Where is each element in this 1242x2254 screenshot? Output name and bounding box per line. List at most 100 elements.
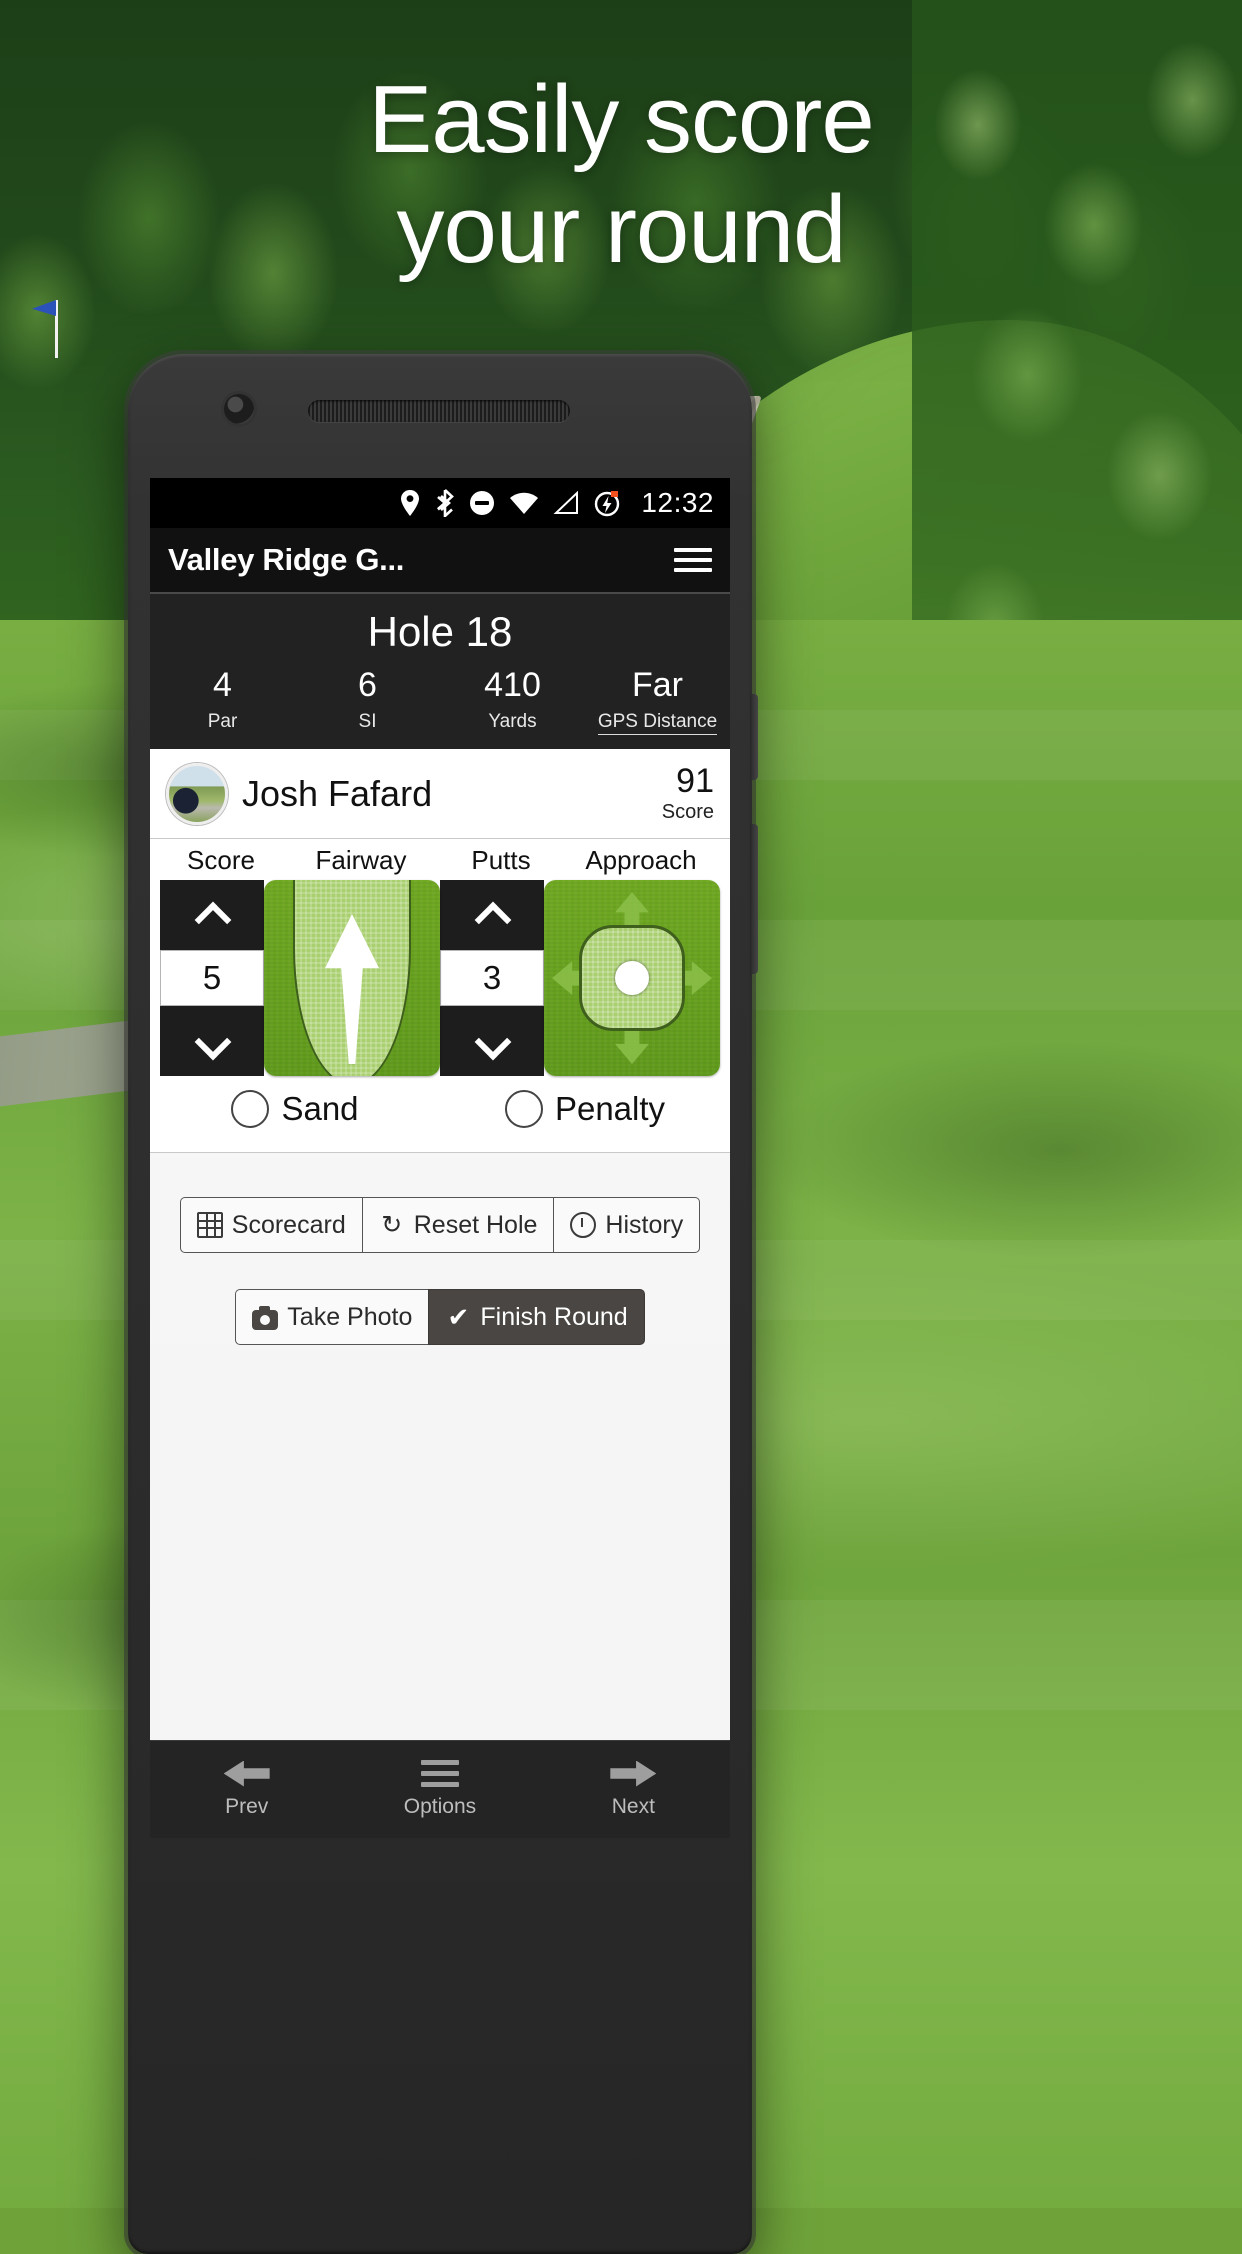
header-putts: Putts [471,845,531,876]
do-not-disturb-icon [469,490,495,516]
status-clock: 12:32 [641,487,714,518]
header-fairway: Fairway [315,845,407,876]
earpiece-speaker [308,400,570,422]
score-stepper: 5 [160,880,264,1077]
stat-yards-label: Yards [488,711,537,733]
penalty-option[interactable]: Penalty [440,1090,730,1129]
stat-gps-label: GPS Distance [597,711,718,736]
putts-value[interactable]: 3 [440,950,544,1007]
stat-gps-distance[interactable]: Far GPS Distance [585,666,730,736]
penalty-radio[interactable] [504,1090,543,1129]
approach-selector[interactable] [544,880,720,1077]
chevron-up-icon [198,907,226,923]
chevron-down-icon [198,1033,226,1049]
nav-options[interactable]: Options [343,1741,536,1838]
nav-prev-label: Prev [225,1794,269,1818]
nav-next[interactable]: Next [537,1741,730,1838]
player-total-score: 91 Score [662,764,714,824]
stat-si: 6 SI [295,666,440,735]
finish-round-button[interactable]: ✔ Finish Round [428,1289,645,1346]
hazard-options: Sand Penalty [150,1076,730,1147]
score-input-area: Score Fairway Putts Approach 5 3 Sand Pe… [150,839,730,1154]
hamburger-menu-icon[interactable] [674,548,712,572]
sand-label: Sand [281,1090,359,1128]
phone-power-button [750,694,758,780]
putts-stepper: 3 [440,880,544,1077]
primary-action-group: Scorecard ↻ Reset Hole History [150,1197,730,1254]
chevron-down-icon [478,1033,506,1049]
take-photo-label: Take Photo [287,1302,413,1331]
score-value[interactable]: 5 [160,950,264,1007]
history-label: History [605,1210,684,1239]
app-title: Valley Ridge G... [168,542,405,577]
nav-prev[interactable]: Prev [150,1741,343,1838]
clock-icon [570,1212,597,1239]
action-area: Scorecard ↻ Reset Hole History Take Phot… [150,1153,730,1346]
input-column-headers: Score Fairway Putts Approach [150,839,730,880]
arrow-left-icon [223,1760,270,1787]
input-controls: 5 3 [150,880,730,1077]
take-photo-button[interactable]: Take Photo [235,1289,429,1346]
avatar [166,762,228,825]
hamburger-menu-icon [420,1760,459,1787]
hole-title: Hole 18 [367,608,513,655]
camera-icon [252,1306,279,1331]
penalty-label: Penalty [554,1090,666,1128]
check-icon: ✔ [447,1302,470,1333]
secondary-action-group: Take Photo ✔ Finish Round [150,1289,730,1346]
player-name: Josh Fafard [242,772,433,814]
arrow-right-icon [610,1760,657,1787]
phone-mockup: 12:32 Valley Ridge G... Hole 18 4 Par 6 … [128,354,758,2254]
putts-decrement-button[interactable] [440,1006,544,1077]
header-score: Score [187,845,255,876]
putts-increment-button[interactable] [440,880,544,951]
nav-options-label: Options [403,1795,477,1818]
player-score-value: 91 [676,761,714,800]
stat-yards-value: 410 [484,666,541,704]
nav-next-label: Next [611,1794,655,1818]
sand-radio[interactable] [231,1090,270,1129]
approach-ball-marker [615,961,649,996]
player-score-label: Score [661,800,714,823]
chevron-up-icon [478,907,506,923]
headline-line-1: Easily score [368,66,874,173]
sand-option[interactable]: Sand [150,1090,440,1129]
stat-par-label: Par [207,711,238,733]
stat-yards: 410 Yards [440,666,585,735]
stat-par: 4 Par [150,666,295,735]
status-bar: 12:32 [150,478,730,528]
history-button[interactable]: History [553,1197,701,1254]
wifi-icon [509,491,539,515]
finish-round-label: Finish Round [480,1302,628,1331]
stat-par-value: 4 [213,666,232,704]
phone-screen: 12:32 Valley Ridge G... Hole 18 4 Par 6 … [150,478,730,1838]
score-decrement-button[interactable] [160,1006,264,1077]
hole-stats: 4 Par 6 SI 410 Yards Far GPS Distance [150,666,730,736]
reset-hole-button[interactable]: ↻ Reset Hole [361,1197,554,1254]
bottom-navigation-bar: Prev Options Next [150,1740,730,1838]
hole-header: Hole 18 4 Par 6 SI 410 Yards Far GPS Dis… [150,594,730,750]
scorecard-label: Scorecard [231,1210,346,1239]
stat-gps-value: Far [632,666,683,704]
fairway-selector[interactable] [264,880,440,1077]
phone-volume-button [750,824,758,974]
stat-si-value: 6 [358,666,377,704]
app-bar: Valley Ridge G... [150,528,730,594]
fairway-tile[interactable] [264,880,440,1077]
battery-charging-icon [593,489,621,517]
approach-tile[interactable] [544,880,720,1077]
location-icon [399,489,421,517]
reset-hole-label: Reset Hole [413,1210,538,1239]
promo-headline: Easily score your round [0,72,1242,278]
score-increment-button[interactable] [160,880,264,951]
refresh-icon: ↻ [381,1211,403,1240]
scorecard-button[interactable]: Scorecard [179,1197,362,1254]
table-icon [196,1212,223,1239]
cell-signal-icon [553,491,579,515]
player-row[interactable]: Josh Fafard 91 Score [150,749,730,840]
headline-line-2: your round [396,176,847,283]
front-camera [224,394,254,424]
bluetooth-icon [435,489,455,517]
header-approach: Approach [585,845,697,876]
stat-si-label: SI [358,711,377,733]
